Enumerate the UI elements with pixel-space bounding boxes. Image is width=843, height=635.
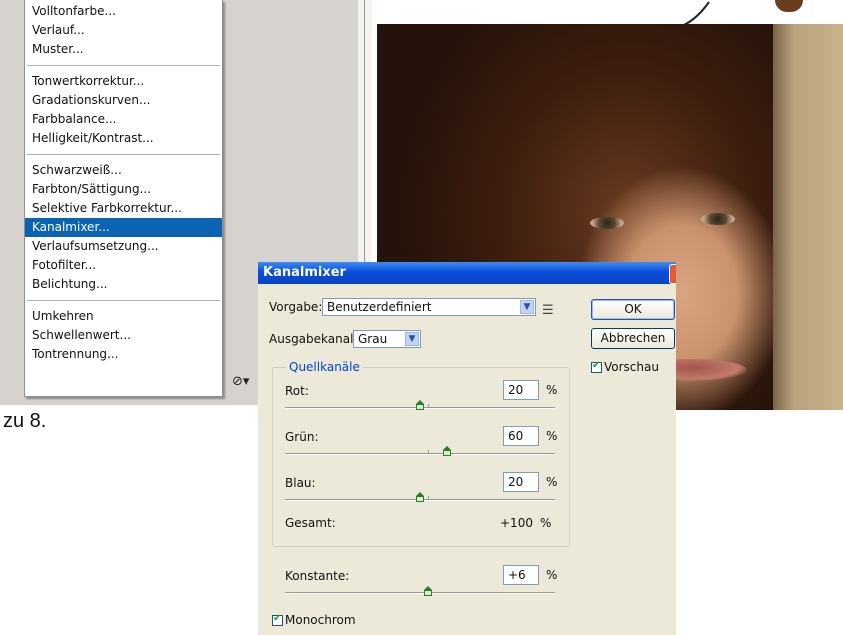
- constant-unit: %: [546, 568, 558, 582]
- channel-label: Blau:: [285, 476, 316, 490]
- dialog-titlebar[interactable]: Kanalmixer: [258, 262, 676, 284]
- menu-item[interactable]: Gradationskurven...: [25, 91, 222, 110]
- channel-slider-center-tick: [428, 404, 430, 408]
- preset-options-icon[interactable]: ☰: [542, 303, 554, 318]
- menu-item[interactable]: Helligkeit/Kontrast...: [25, 129, 222, 148]
- channel-slider-center-tick: [428, 450, 430, 454]
- ok-button[interactable]: OK: [591, 299, 675, 320]
- menu-item[interactable]: Tontrennung...: [25, 345, 222, 364]
- output-channel-select[interactable]: Grau ▼: [353, 330, 421, 348]
- constant-field[interactable]: +6: [503, 565, 539, 585]
- caption-text: zu 8.: [3, 410, 47, 432]
- constant-label: Konstante:: [285, 569, 350, 583]
- menu-item[interactable]: Selektive Farbkorrektur...: [25, 199, 222, 218]
- preset-select-value: Benutzerdefiniert: [327, 300, 432, 314]
- adjustment-menu: Volltonfarbe... Verlauf... Muster... Tonwer…: [24, 0, 223, 397]
- chevron-down-icon: ▼: [405, 332, 419, 346]
- channel-unit: %: [546, 429, 558, 443]
- photo-left-eye: [590, 217, 624, 229]
- channel-value-field[interactable]: 20: [503, 380, 539, 400]
- monochrome-checkbox[interactable]: [272, 613, 283, 626]
- menu-item[interactable]: Verlauf...: [25, 21, 222, 40]
- menu-item[interactable]: Muster...: [25, 40, 222, 59]
- preset-label: Vorgabe:: [269, 300, 323, 314]
- photo-right-eye: [701, 213, 735, 225]
- preview-label: Vorschau: [604, 360, 659, 374]
- monochrome-label: Monochrom: [285, 613, 356, 627]
- menu-item[interactable]: Schwarzweiß...: [25, 161, 222, 180]
- brush-options-icon[interactable]: ⊘▾: [232, 374, 258, 394]
- channel-unit: %: [546, 383, 558, 397]
- menu-item[interactable]: Farbbalance...: [25, 110, 222, 129]
- channel-mixer-dialog: Kanalmixer Vorgabe: Benutzerdefiniert ▼ …: [258, 262, 676, 635]
- menu-item[interactable]: Tonwertkorrektur...: [25, 72, 222, 91]
- menu-group: Umkehren Schwellenwert... Tontrennung...: [25, 305, 222, 366]
- channel-value-field[interactable]: 20: [503, 472, 539, 492]
- channel-value-field[interactable]: 60: [503, 426, 539, 446]
- constant-slider-track[interactable]: [285, 592, 555, 594]
- menu-item[interactable]: Kanalmixer...: [25, 218, 222, 237]
- menu-item[interactable]: Farbton/Sättigung...: [25, 180, 222, 199]
- menu-separator: [27, 154, 220, 155]
- menu-item[interactable]: Umkehren: [25, 307, 222, 326]
- channel-unit: %: [546, 475, 558, 489]
- menu-item[interactable]: Verlaufsumsetzung...: [25, 237, 222, 256]
- channel-slider-thumb[interactable]: [443, 446, 451, 456]
- total-value: +100: [500, 516, 533, 530]
- menu-separator: [27, 65, 220, 66]
- menu-item[interactable]: Volltonfarbe...: [25, 2, 222, 21]
- channel-slider-track[interactable]: [285, 453, 555, 455]
- total-label: Gesamt:: [285, 516, 336, 530]
- photo-wall: [773, 24, 843, 410]
- channel-slider-center-tick: [428, 496, 430, 500]
- channel-slider-thumb[interactable]: [416, 400, 424, 410]
- output-channel-value: Grau: [358, 332, 388, 346]
- menu-item[interactable]: Fotofilter...: [25, 256, 222, 275]
- menu-separator: [27, 300, 220, 301]
- constant-slider-thumb[interactable]: [424, 586, 433, 596]
- channel-label: Grün:: [285, 430, 319, 444]
- menu-group: Volltonfarbe... Verlauf... Muster...: [25, 0, 222, 61]
- output-channel-label: Ausgabekanal:: [269, 332, 358, 346]
- cancel-button[interactable]: Abbrechen: [591, 328, 675, 349]
- channel-slider-thumb[interactable]: [416, 492, 424, 502]
- chevron-down-icon: ▼: [520, 300, 534, 314]
- menu-item[interactable]: Schwellenwert...: [25, 326, 222, 345]
- source-channels-legend: Quellkanäle: [286, 360, 363, 374]
- menu-group: Schwarzweiß... Farbton/Sättigung... Selekt…: [25, 159, 222, 296]
- menu-item[interactable]: Belichtung...: [25, 275, 222, 294]
- preset-select[interactable]: Benutzerdefiniert ▼: [322, 298, 536, 316]
- channel-label: Rot:: [285, 384, 309, 398]
- preview-checkbox[interactable]: [591, 360, 602, 373]
- dialog-title: Kanalmixer: [263, 265, 346, 280]
- close-icon[interactable]: [669, 264, 676, 284]
- menu-group: Tonwertkorrektur... Gradationskurven... Fa…: [25, 70, 222, 150]
- total-unit: %: [540, 516, 552, 530]
